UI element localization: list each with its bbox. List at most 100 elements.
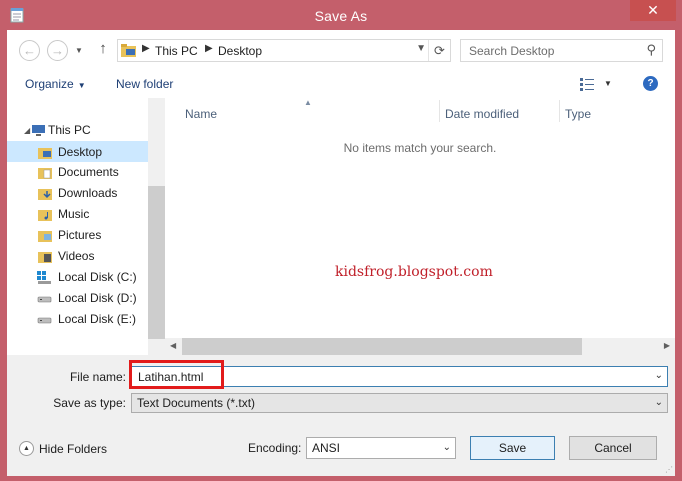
window-title: Save As <box>314 8 368 24</box>
search-icon[interactable]: ⚲ <box>646 42 656 58</box>
tree-item-pictures[interactable]: Pictures <box>7 225 148 246</box>
computer-icon <box>32 125 45 136</box>
tree-label: Local Disk (E:) <box>58 312 137 326</box>
save-as-dialog: Save As ✕ ← → ▼ ↑ ▶ This PC ▶ Desktop ▼ … <box>0 0 682 481</box>
tree-item-local-disk-e[interactable]: Local Disk (E:) <box>7 309 148 330</box>
view-options-icon[interactable] <box>579 77 595 91</box>
address-bar[interactable]: ▶ This PC ▶ Desktop ▼ ⟳ <box>117 39 451 62</box>
navigation-pane: ◢ This PC Desktop Documents Downloads Mu… <box>7 98 148 355</box>
search-box[interactable]: Search Desktop ⚲ <box>460 39 663 62</box>
watermark-text: kidsfrog.blogspot.com <box>335 264 493 280</box>
organize-label: Organize <box>25 77 74 91</box>
collapse-icon[interactable]: ◢ <box>24 120 30 141</box>
navigation-bar: ← → ▼ ↑ ▶ This PC ▶ Desktop ▼ ⟳ Search D… <box>7 30 675 70</box>
new-folder-label: New folder <box>116 77 174 91</box>
tree-item-local-disk-d[interactable]: Local Disk (D:) <box>7 288 148 309</box>
back-button[interactable]: ← <box>19 40 40 61</box>
tree-label: This PC <box>48 123 91 137</box>
column-header-type[interactable]: Type <box>565 102 591 126</box>
folder-downloads-icon <box>38 189 52 200</box>
horizontal-scrollbar[interactable]: ◀ ▶ <box>165 338 675 355</box>
tree-label: Downloads <box>58 186 118 200</box>
browser-area: ◢ This PC Desktop Documents Downloads Mu… <box>7 98 675 355</box>
tree-item-documents[interactable]: Documents <box>7 162 148 183</box>
scroll-left-icon[interactable]: ◀ <box>170 341 176 350</box>
computer-folder-icon <box>121 44 136 57</box>
chevron-up-icon: ▲ <box>19 441 34 456</box>
folder-documents-icon <box>38 168 52 179</box>
save-as-type-label: Save as type: <box>53 396 126 410</box>
command-toolbar: Organize ▼ New folder ▼ ? <box>7 70 675 98</box>
tree-label: Videos <box>58 249 95 263</box>
encoding-label: Encoding: <box>248 441 302 455</box>
column-header-date-modified[interactable]: Date modified <box>445 102 519 126</box>
forward-arrow-icon: → <box>51 43 64 58</box>
scrollbar-thumb[interactable] <box>182 338 582 355</box>
save-panel: File name: Latihan.html ⌄ Save as type: … <box>7 355 675 476</box>
tree-item-downloads[interactable]: Downloads <box>7 183 148 204</box>
column-header-name[interactable]: Name <box>185 102 217 126</box>
tree-item-this-pc[interactable]: ◢ This PC <box>7 120 148 141</box>
back-arrow-icon: ← <box>23 43 36 58</box>
annotation-highlight-box <box>129 360 224 389</box>
column-divider[interactable] <box>559 100 560 122</box>
folder-pictures-icon <box>38 231 52 242</box>
cancel-button[interactable]: Cancel <box>569 436 657 460</box>
folder-videos-icon <box>38 252 52 263</box>
tree-label: Music <box>58 207 90 221</box>
refresh-icon[interactable]: ⟳ <box>428 40 450 61</box>
forward-button[interactable]: → <box>47 40 68 61</box>
chevron-down-icon[interactable]: ⌄ <box>655 370 663 381</box>
sort-ascending-icon: ▲ <box>304 98 312 107</box>
scrollbar-thumb[interactable] <box>148 186 165 339</box>
tree-item-local-disk-c[interactable]: Local Disk (C:) <box>7 267 148 288</box>
save-button[interactable]: Save <box>470 436 555 460</box>
hide-folders-label: Hide Folders <box>39 442 108 456</box>
drive-icon <box>37 317 52 324</box>
address-dropdown-icon[interactable]: ▼ <box>416 43 426 54</box>
chevron-down-icon: ⌄ <box>442 442 451 453</box>
save-as-type-select[interactable]: Text Documents (*.txt) ⌄ <box>131 393 668 413</box>
tree-label: Desktop <box>58 145 103 159</box>
chevron-down-icon: ⌄ <box>654 397 663 408</box>
resize-grip-icon[interactable]: ⋰ <box>665 465 673 474</box>
breadcrumb-separator-icon: ▶ <box>205 43 213 54</box>
organize-button[interactable]: Organize ▼ <box>25 77 86 91</box>
close-button[interactable]: ✕ <box>630 0 676 21</box>
tree-item-music[interactable]: Music <box>7 204 148 225</box>
windows-drive-icon <box>37 271 51 284</box>
breadcrumb-this-pc[interactable]: This PC <box>155 44 198 58</box>
column-divider[interactable] <box>439 100 440 122</box>
save-as-type-value: Text Documents (*.txt) <box>137 396 256 410</box>
search-placeholder: Search Desktop <box>469 44 555 58</box>
tree-label: Local Disk (D:) <box>58 291 137 305</box>
close-icon: ✕ <box>647 2 659 18</box>
title-bar[interactable]: Save As ✕ <box>0 0 682 30</box>
breadcrumb-separator-icon: ▶ <box>142 43 150 54</box>
chevron-down-icon: ▼ <box>75 46 83 55</box>
navigation-pane-scrollbar[interactable] <box>148 98 165 355</box>
file-list[interactable]: ▲ Name Date modified Type No items match… <box>165 98 675 355</box>
tree-label: Pictures <box>58 228 102 242</box>
up-arrow-icon: ↑ <box>99 40 107 57</box>
recent-locations-button[interactable]: ▼ <box>73 40 85 61</box>
folder-music-icon <box>38 210 52 221</box>
drive-icon <box>37 296 52 303</box>
tree-item-videos[interactable]: Videos <box>7 246 148 267</box>
up-button[interactable]: ↑ <box>95 40 111 60</box>
tree-label: Documents <box>58 165 119 179</box>
dialog-client: ← → ▼ ↑ ▶ This PC ▶ Desktop ▼ ⟳ Search D… <box>7 30 675 476</box>
encoding-select[interactable]: ANSI ⌄ <box>306 437 456 459</box>
scroll-right-icon[interactable]: ▶ <box>664 341 670 350</box>
view-dropdown-icon[interactable]: ▼ <box>604 79 612 88</box>
empty-folder-message: No items match your search. <box>343 141 497 155</box>
file-name-label: File name: <box>69 370 126 384</box>
tree-label: Local Disk (C:) <box>58 270 137 284</box>
tree-item-desktop[interactable]: Desktop <box>7 141 148 162</box>
breadcrumb-desktop[interactable]: Desktop <box>218 44 262 58</box>
chevron-down-icon: ▼ <box>77 81 86 90</box>
encoding-value: ANSI <box>312 441 341 455</box>
folder-desktop-icon <box>38 148 52 159</box>
new-folder-button[interactable]: New folder <box>116 77 173 91</box>
help-icon[interactable]: ? <box>643 76 658 91</box>
